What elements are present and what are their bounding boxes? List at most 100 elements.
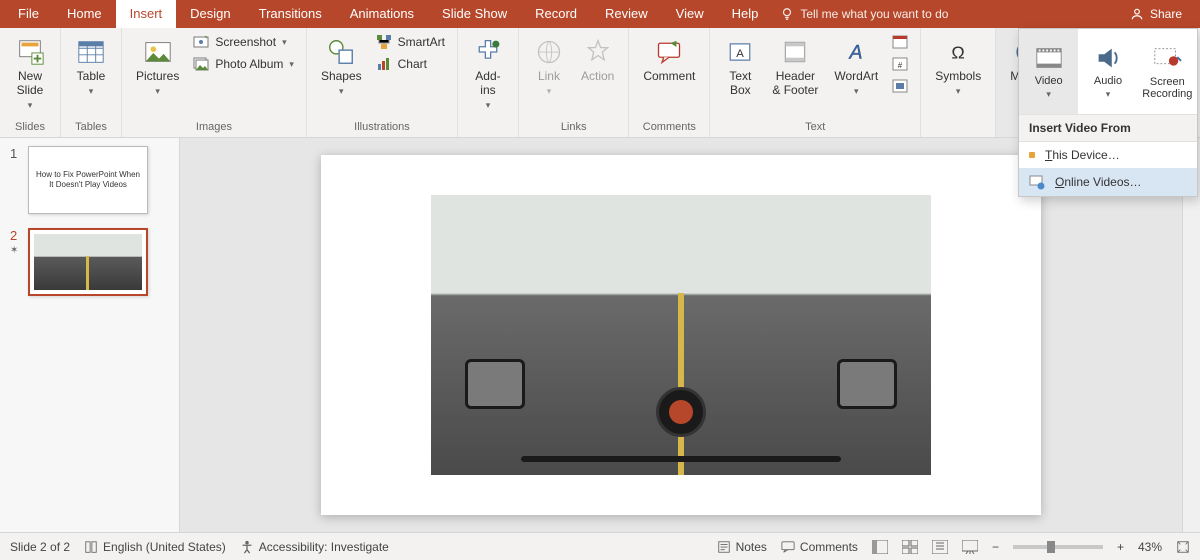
slide-canvas[interactable] xyxy=(321,155,1041,515)
object-icon xyxy=(892,78,908,94)
slide-counter: Slide 2 of 2 xyxy=(10,540,70,554)
language-button[interactable]: English (United States) xyxy=(84,540,226,554)
pictures-label: Pictures xyxy=(136,70,179,84)
group-images: Pictures ▾ Screenshot ▾ Photo Album ▾ xyxy=(122,28,307,137)
tab-file[interactable]: File xyxy=(4,0,53,28)
new-slide-button[interactable]: New Slide ▾ xyxy=(8,32,52,115)
audio-label: Audio xyxy=(1094,75,1122,87)
wordart-icon: A xyxy=(840,36,872,68)
share-button[interactable]: Share xyxy=(1116,7,1196,21)
symbols-button[interactable]: Ω Symbols ▾ xyxy=(929,32,987,101)
this-device-item[interactable]: This Device… xyxy=(1019,142,1197,168)
shapes-button[interactable]: Shapes ▾ xyxy=(315,32,368,101)
textbox-icon: A xyxy=(724,36,756,68)
chart-label: Chart xyxy=(398,57,427,71)
notes-button[interactable]: Notes xyxy=(717,540,767,554)
tell-me-label: Tell me what you want to do xyxy=(800,7,948,21)
screenshot-button[interactable]: Screenshot ▾ xyxy=(189,32,298,52)
link-label: Link xyxy=(538,70,560,84)
wordart-label: WordArt xyxy=(834,70,878,84)
screen-recording-button[interactable]: Screen Recording xyxy=(1138,29,1197,114)
group-images-label: Images xyxy=(130,119,298,135)
smartart-button[interactable]: SmartArt xyxy=(372,32,449,52)
pictures-button[interactable]: Pictures ▾ xyxy=(130,32,185,101)
slide-canvas-area[interactable] xyxy=(180,138,1182,532)
tab-review[interactable]: Review xyxy=(591,0,662,28)
accessibility-icon xyxy=(240,540,254,554)
online-videos-label: Online Videos… xyxy=(1055,175,1142,189)
chevron-down-icon: ▾ xyxy=(155,86,160,97)
accessibility-button[interactable]: Accessibility: Investigate xyxy=(240,540,389,554)
thumb-2-preview[interactable] xyxy=(28,228,148,296)
chart-icon xyxy=(376,56,392,72)
smartart-label: SmartArt xyxy=(398,35,445,49)
group-illustrations-label: Illustrations xyxy=(315,119,449,135)
tab-view[interactable]: View xyxy=(662,0,718,28)
vertical-scrollbar[interactable] xyxy=(1182,138,1200,532)
zoom-slider-knob[interactable] xyxy=(1047,541,1055,553)
online-videos-icon xyxy=(1029,174,1045,190)
svg-text:#: # xyxy=(898,61,903,70)
textbox-button[interactable]: A Text Box xyxy=(718,32,762,102)
tab-home[interactable]: Home xyxy=(53,0,116,28)
tab-animations[interactable]: Animations xyxy=(336,0,428,28)
fit-to-window-button[interactable] xyxy=(1176,540,1190,554)
tab-insert[interactable]: Insert xyxy=(116,0,177,28)
online-videos-item[interactable]: Online Videos… xyxy=(1019,168,1197,196)
tab-record[interactable]: Record xyxy=(521,0,591,28)
thumb-1-preview[interactable]: How to Fix PowerPoint When It Doesn't Pl… xyxy=(28,146,148,214)
tab-transitions[interactable]: Transitions xyxy=(245,0,336,28)
link-icon xyxy=(533,36,565,68)
photo-album-button[interactable]: Photo Album ▾ xyxy=(189,54,298,74)
comment-button[interactable]: Comment xyxy=(637,32,701,88)
group-comments-label: Comments xyxy=(637,119,701,135)
group-tables: Table ▾ Tables xyxy=(61,28,122,137)
ribbon-tabs: File Home Insert Design Transitions Anim… xyxy=(0,0,1200,28)
chart-button[interactable]: Chart xyxy=(372,54,449,74)
video-button[interactable]: Video ▾ xyxy=(1019,29,1078,114)
header-footer-button[interactable]: Header & Footer xyxy=(766,32,824,102)
header-footer-icon xyxy=(779,36,811,68)
wordart-button[interactable]: A WordArt ▾ xyxy=(828,32,884,101)
thumbnail-2[interactable]: 2 ✶ xyxy=(10,228,169,296)
normal-view-button[interactable] xyxy=(872,540,888,554)
action-icon xyxy=(582,36,614,68)
table-button[interactable]: Table ▾ xyxy=(69,32,113,101)
slide-number-button[interactable]: # xyxy=(888,54,912,74)
textbox-label: Text Box xyxy=(729,70,751,98)
tell-me-search[interactable]: Tell me what you want to do xyxy=(780,7,948,21)
comments-icon xyxy=(781,540,795,554)
audio-button[interactable]: Audio ▾ xyxy=(1078,29,1137,114)
tab-design[interactable]: Design xyxy=(176,0,244,28)
group-links-label: Links xyxy=(527,119,620,135)
workspace: 1 How to Fix PowerPoint When It Doesn't … xyxy=(0,138,1200,532)
media-dropdown: Video ▾ Audio ▾ Screen Recording Insert … xyxy=(1018,28,1198,197)
zoom-out-button[interactable]: − xyxy=(992,540,999,554)
comment-label: Comment xyxy=(643,70,695,84)
pictures-icon xyxy=(142,36,174,68)
tab-slideshow[interactable]: Slide Show xyxy=(428,0,521,28)
object-button[interactable] xyxy=(888,76,912,96)
date-time-button[interactable] xyxy=(888,32,912,52)
slide-image-placeholder[interactable] xyxy=(431,195,931,475)
reading-view-button[interactable] xyxy=(932,540,948,554)
screenshot-label: Screenshot xyxy=(215,35,276,49)
zoom-in-button[interactable]: + xyxy=(1117,540,1124,554)
slide-sorter-view-button[interactable] xyxy=(902,540,918,554)
slideshow-view-button[interactable] xyxy=(962,540,978,554)
comments-button[interactable]: Comments xyxy=(781,540,858,554)
zoom-slider[interactable] xyxy=(1013,545,1103,549)
this-device-label: This Device… xyxy=(1045,148,1120,162)
tab-help[interactable]: Help xyxy=(718,0,773,28)
notes-label: Notes xyxy=(736,540,767,554)
header-footer-label: Header & Footer xyxy=(772,70,818,98)
group-slides: New Slide ▾ Slides xyxy=(0,28,61,137)
addins-button[interactable]: Add- ins ▾ xyxy=(466,32,510,115)
zoom-level[interactable]: 43% xyxy=(1138,540,1162,554)
chevron-down-icon: ▾ xyxy=(339,86,344,97)
video-label: Video xyxy=(1035,75,1063,87)
thumbnail-1[interactable]: 1 How to Fix PowerPoint When It Doesn't … xyxy=(10,146,169,214)
chevron-down-icon: ▾ xyxy=(282,37,287,48)
chevron-down-icon: ▾ xyxy=(28,100,33,111)
new-slide-icon xyxy=(14,36,46,68)
